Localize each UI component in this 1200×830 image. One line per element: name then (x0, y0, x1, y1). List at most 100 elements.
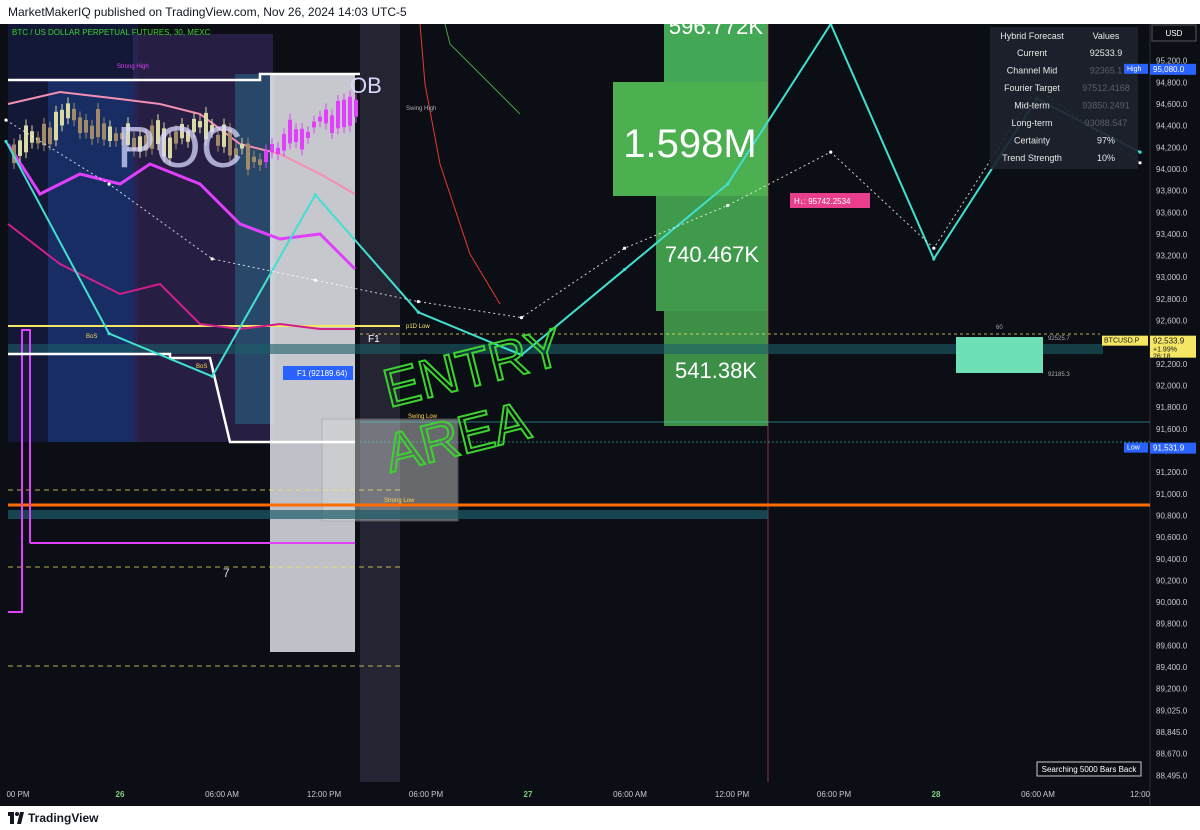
time-tick-label: 12:00 PM (307, 790, 342, 799)
candle-body (90, 125, 94, 139)
price-tick-label: 93,400.0 (1156, 230, 1188, 239)
price-tick-label: 92,800.0 (1156, 295, 1188, 304)
forecast-series-point (210, 257, 214, 261)
price-tag-label: BTCUSD.P (1104, 338, 1140, 345)
forecast-series-point (107, 182, 111, 186)
publish-text: MarketMakerIQ published on TradingView.c… (8, 5, 407, 19)
price-tick-label: 93,800.0 (1156, 187, 1188, 196)
box-top-label: 92525.7 (1048, 336, 1070, 342)
price-tick-label: 90,600.0 (1156, 533, 1188, 542)
forecast-series-point (4, 139, 8, 144)
time-tick-label: 06:00 PM (817, 790, 852, 799)
price-tick-label: 93,000.0 (1156, 273, 1188, 282)
price-tag-value: 91,531.9 (1153, 444, 1185, 453)
publish-header: MarketMakerIQ published on TradingView.c… (0, 0, 1200, 24)
candle-body (264, 150, 268, 163)
table-header: Hybrid Forecast (1000, 31, 1064, 41)
table-row-value: 93850.2491 (1082, 101, 1130, 111)
candle-body (54, 111, 58, 141)
table-row-value: 92533.9 (1090, 48, 1123, 58)
time-tick-label: 06:00 AM (613, 790, 647, 799)
forecast-series-point (210, 374, 214, 378)
forecast-series-point (932, 257, 936, 261)
price-tick-label: 93,600.0 (1156, 208, 1188, 217)
time-tick-label: 00 PM (6, 790, 29, 799)
chart-area[interactable]: 60 92525.7 92185.3 596.772K 1.598M 740.4… (0, 24, 1200, 806)
candle-body (48, 127, 52, 145)
f1-tag: F1 (92189.64) (297, 369, 348, 378)
table-row-label: Fourier Target (1004, 83, 1060, 93)
candle-body (72, 108, 76, 121)
candle-body (78, 117, 82, 134)
currency-badge[interactable]: USD (1166, 29, 1183, 38)
forecast-series-point (313, 193, 317, 197)
bos-label-2: BoS (196, 364, 207, 370)
table-row-label: Mid-term (1014, 101, 1050, 111)
candle-body (324, 109, 328, 124)
price-tick-label: 89,025.0 (1156, 706, 1188, 715)
forecast-series-point (416, 299, 420, 304)
price-tag-value: 92,533.9 (1153, 337, 1185, 346)
time-tick-label: 12:00 PM (715, 790, 750, 799)
forecast-series-point (416, 310, 420, 314)
strong-high-label: Strong High (117, 64, 149, 70)
price-tick-label: 89,600.0 (1156, 641, 1188, 650)
price-tick-label: 94,400.0 (1156, 122, 1188, 131)
candle-body (18, 140, 22, 156)
candle-body (42, 123, 46, 146)
price-tick-label: 88,670.0 (1156, 750, 1188, 759)
price-tick-label: 92,200.0 (1156, 360, 1188, 369)
forecast-series-point (1138, 161, 1142, 165)
p1d-low-label: p1D Low (406, 324, 430, 330)
box-bottom-label: 92185.3 (1048, 372, 1070, 378)
forecast-series-point (726, 203, 730, 208)
forecast-series-point (726, 182, 730, 186)
forecast-table: Hybrid Forecast Values Current 92533.9 Chann… (990, 27, 1138, 169)
candle-body (282, 134, 286, 151)
candle-body (252, 156, 256, 163)
table-row-label: Channel Mid (1007, 66, 1058, 76)
price-tick-label: 94,200.0 (1156, 143, 1188, 152)
forecast-series-point (622, 267, 627, 272)
price-tick-label: 94,000.0 (1156, 165, 1188, 174)
candle-body (60, 109, 64, 126)
time-tick-label: 28 (932, 790, 941, 799)
candle-body (246, 143, 250, 170)
time-tick-label: 06:00 AM (1021, 790, 1055, 799)
price-tick-label: 93,200.0 (1156, 252, 1188, 261)
candle-body (354, 99, 358, 117)
price-tick-label: 91,800.0 (1156, 403, 1188, 412)
table-row-label: Trend Strength (1002, 153, 1062, 163)
candle-body (270, 144, 274, 153)
candle-body (96, 109, 100, 138)
price-tick-label: 91,200.0 (1156, 468, 1188, 477)
volume-label-2: 1.598M (623, 122, 756, 166)
f1-label: F1 (368, 334, 380, 345)
candle-body (276, 147, 280, 155)
strong-low-label: Strong Low (384, 498, 415, 504)
price-tick-label: 90,400.0 (1156, 555, 1188, 564)
table-row-label: Long-term (1011, 118, 1052, 128)
price-tag-label: Low (1127, 445, 1141, 452)
table-row-label: Certainty (1014, 136, 1051, 146)
poc-label: POC (117, 115, 243, 180)
time-tick-label: 12:00 (1130, 790, 1151, 799)
volume-label-1: 596.772K (669, 24, 764, 39)
volume-label-4: 541.38K (675, 358, 757, 383)
candle-body (336, 100, 340, 129)
box-count-label: 60 (996, 325, 1003, 331)
time-tick-label: 06:00 PM (409, 790, 444, 799)
candle-body (30, 131, 34, 143)
table-row-value: 97512.4168 (1082, 83, 1130, 93)
candle-body (318, 116, 322, 122)
symbol-line: BTC / US DOLLAR PERPETUAL FUTURES, 30, M… (12, 28, 211, 37)
candle-body (306, 131, 310, 138)
forecast-series-point (1138, 150, 1142, 154)
level-teal-band-low (8, 510, 768, 519)
price-tick-label: 89,800.0 (1156, 620, 1188, 629)
tradingview-logo-icon[interactable] (8, 812, 24, 824)
price-tick-label: 94,600.0 (1156, 100, 1188, 109)
ob-label: OB (350, 73, 382, 98)
forecast-series-point (107, 332, 111, 336)
forecast-series-point (4, 118, 8, 122)
